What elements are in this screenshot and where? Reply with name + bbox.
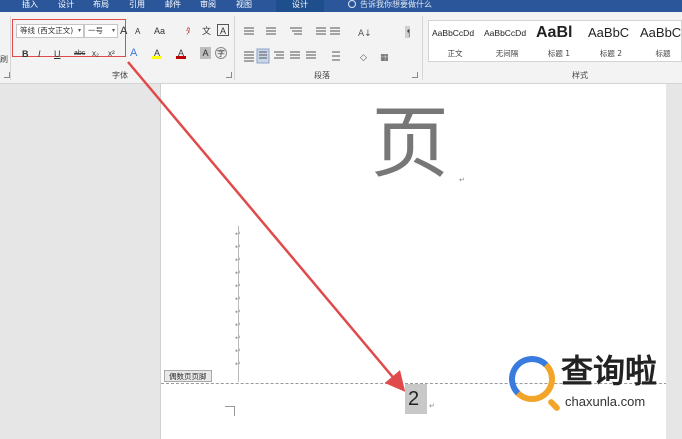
watermark-en-text: chaxunla.com bbox=[565, 394, 646, 409]
watermark-cn-text: 查询啦 bbox=[561, 352, 658, 390]
watermark-logo-icon bbox=[509, 356, 555, 402]
site-watermark: 查询啦 chaxunla.com bbox=[503, 350, 673, 422]
